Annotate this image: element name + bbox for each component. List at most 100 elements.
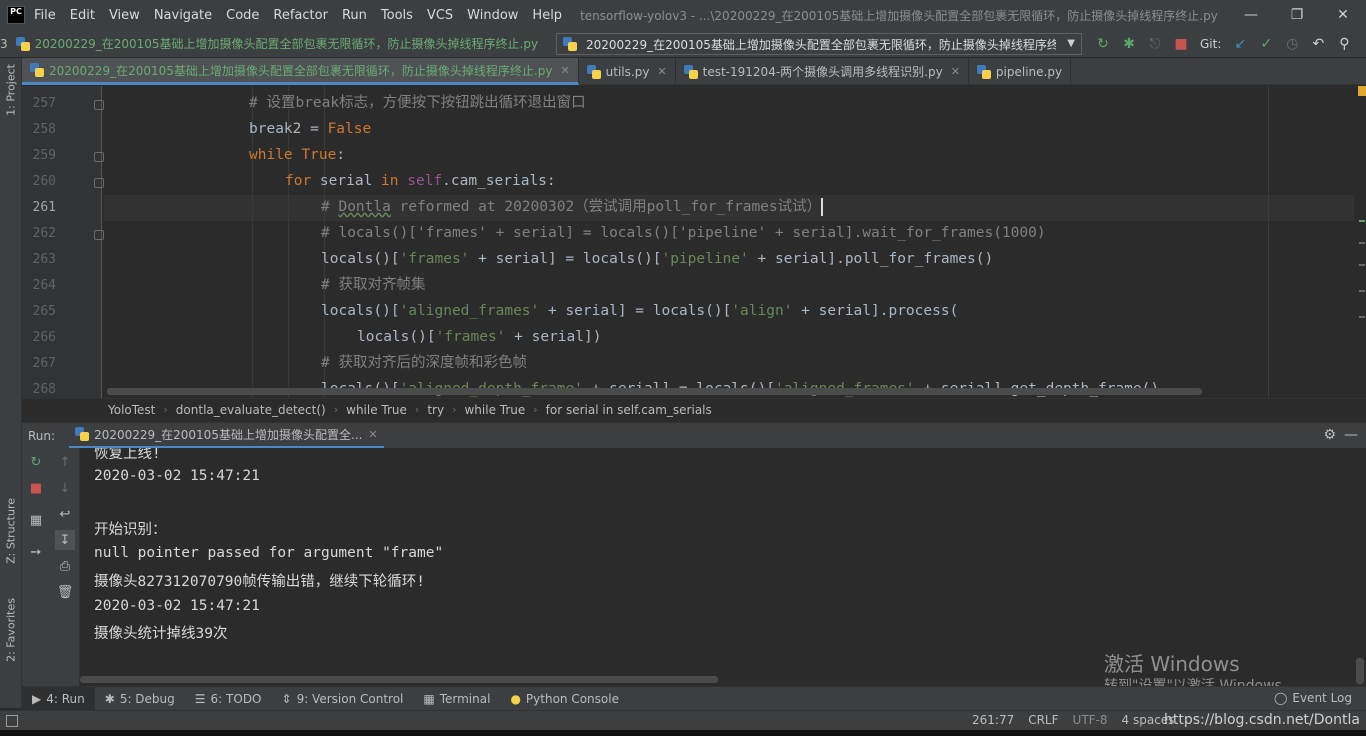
stop-icon[interactable]: ■ <box>1168 30 1194 58</box>
up-arrow-icon[interactable]: ↑ <box>55 452 75 472</box>
menu-view[interactable]: View <box>109 8 140 23</box>
breadcrumb-item[interactable]: dontla_evaluate_detect() <box>176 403 326 417</box>
history-icon[interactable]: ◷ <box>1279 30 1305 58</box>
trash-icon[interactable]: 🗑 <box>55 582 75 602</box>
run-configuration-select[interactable]: 20200229_在200105基础上增加摄像头配置全部包裹无限循环，防止摄像头… <box>556 33 1082 55</box>
breadcrumb-item[interactable]: try <box>427 403 444 417</box>
scroll-to-end-icon[interactable]: ↧ <box>55 530 75 550</box>
console-line: 2020-03-02 15:47:21 <box>94 598 260 614</box>
search-icon[interactable]: ⚲ <box>1331 30 1357 58</box>
code-token: locals()[ <box>357 329 436 345</box>
breadcrumb-item[interactable]: while True <box>464 403 525 417</box>
tab-pipeline[interactable]: pipeline.py <box>969 58 1072 85</box>
breadcrumb-item[interactable]: for serial in self.cam_serials <box>546 403 712 417</box>
self-token: self <box>407 173 443 189</box>
tab-utils[interactable]: utils.py ✕ <box>579 58 676 85</box>
nav-file-crumb[interactable]: 20200229_在200105基础上增加摄像头配置全部包裹无限循环，防止摄像头… <box>15 35 538 52</box>
menu-vcs[interactable]: VCS <box>427 8 453 23</box>
python-console-tool-label: Python Console <box>525 691 619 706</box>
event-log-button[interactable]: ◯ Event Log <box>1274 691 1352 705</box>
soft-wrap-icon[interactable]: ↩ <box>55 504 75 524</box>
version-control-tool-button[interactable]: ⇕ 9: Version Control <box>272 687 414 711</box>
rerun-icon[interactable]: ↻ <box>1090 30 1116 58</box>
keyword: for <box>285 173 320 189</box>
rerun-icon[interactable]: ↻ <box>26 452 46 472</box>
commit-icon[interactable]: ✓ <box>1253 30 1279 58</box>
project-crumb[interactable]: 3 <box>0 37 8 51</box>
minimize-icon[interactable]: — <box>1228 0 1274 30</box>
close-icon[interactable]: ✕ <box>657 65 666 78</box>
menu-run[interactable]: Run <box>342 8 367 23</box>
todo-tool-button[interactable]: ☰ 6: TODO <box>185 687 272 711</box>
breadcrumb-separator: › <box>163 403 168 416</box>
code-token: serial <box>319 173 382 189</box>
keyword: while <box>249 147 302 163</box>
rollback-icon[interactable]: ↶ <box>1305 30 1331 58</box>
stop-icon[interactable]: ■ <box>26 478 46 498</box>
code-editor[interactable]: 257 258 259 260 261 262 263 264 265 266 … <box>22 86 1366 398</box>
menu-refactor[interactable]: Refactor <box>273 8 328 23</box>
hide-panel-icon[interactable]: — <box>1344 427 1358 443</box>
coverage-icon[interactable]: ⎋ <box>1142 30 1168 58</box>
run-tab[interactable]: 20200229_在200105基础上增加摄像头配置全... ✕ <box>69 423 384 449</box>
close-icon[interactable]: ✕ <box>560 64 569 77</box>
console-vertical-scrollbar[interactable] <box>1356 658 1364 684</box>
code-area[interactable]: # 设置break标志，方便按下按钮跳出循环退出窗口 break2 = Fals… <box>104 86 1354 398</box>
tab-main-file[interactable]: 20200229_在200105基础上增加摄像头配置全部包裹无限循环，防止摄像头… <box>22 58 579 85</box>
console-line: null pointer passed for argument "frame" <box>94 545 444 561</box>
run-config-label: 20200229_在200105基础上增加摄像头配置全部包裹无限循环，防止摄像头… <box>586 37 1056 52</box>
console-line: 2020-03-02 15:47:21 <box>94 468 260 484</box>
python-file-icon <box>683 64 698 79</box>
line-number: 260 <box>32 174 56 189</box>
error-stripe[interactable] <box>1358 86 1366 398</box>
activation-watermark-title: 激活 Windows <box>1104 652 1240 676</box>
close-icon[interactable]: ✕ <box>368 428 377 441</box>
favorites-tool-tab[interactable]: 2: Favorites <box>2 598 20 662</box>
pin-icon[interactable]: ➙ <box>26 542 46 562</box>
fold-marker-icon[interactable] <box>94 230 104 240</box>
string-token: 'aligned_frames' <box>399 303 540 319</box>
debug-icon[interactable]: ✱ <box>1116 30 1142 58</box>
print-icon[interactable]: ⎙ <box>55 556 75 576</box>
python-console-tool-button[interactable]: ● Python Console <box>500 687 629 711</box>
debug-tool-button[interactable]: ✱ 5: Debug <box>95 687 185 711</box>
menu-navigate[interactable]: Navigate <box>154 8 212 23</box>
file-encoding[interactable]: UTF-8 <box>1073 713 1108 727</box>
breadcrumb-item[interactable]: YoloTest <box>108 403 155 417</box>
gear-icon[interactable]: ⚙ <box>1323 427 1336 443</box>
editor-gutter[interactable]: 257 258 259 260 261 262 263 264 265 266 … <box>22 86 104 398</box>
menu-code[interactable]: Code <box>226 8 259 23</box>
line-number: 267 <box>32 356 56 371</box>
line-number: 257 <box>32 96 56 111</box>
fold-marker-icon[interactable] <box>94 152 104 162</box>
menu-file[interactable]: File <box>34 8 56 23</box>
structure-tool-tab[interactable]: Z: Structure <box>2 498 20 564</box>
update-project-icon[interactable]: ↙ <box>1227 30 1253 58</box>
todo-tool-label: 6: TODO <box>210 691 262 706</box>
close-icon[interactable]: ✕ <box>1320 0 1366 30</box>
code-line-261: # Dontla reformed at 20200302（尝试调用poll_f… <box>321 194 824 220</box>
menu-window[interactable]: Window <box>467 8 518 23</box>
caret-position[interactable]: 261:77 <box>972 713 1014 727</box>
editor-horizontal-scrollbar[interactable] <box>107 388 1202 395</box>
run-tool-button[interactable]: ▶ 4: Run <box>22 686 95 711</box>
menu-bar: PC File Edit View Navigate Code Refactor… <box>0 0 1366 30</box>
code-line-264: # 获取对齐帧集 <box>321 272 425 298</box>
menu-help[interactable]: Help <box>532 8 562 23</box>
down-arrow-icon[interactable]: ↓ <box>55 478 75 498</box>
fold-marker-icon[interactable] <box>94 100 104 110</box>
terminal-tool-button[interactable]: ▦ Terminal <box>413 687 500 711</box>
breadcrumb-item[interactable]: while True <box>346 403 407 417</box>
close-icon[interactable]: ✕ <box>951 65 960 78</box>
restore-icon[interactable]: ❐ <box>1274 0 1320 30</box>
fold-marker-icon[interactable] <box>94 178 104 188</box>
layout-icon[interactable]: ▦ <box>26 510 46 530</box>
menu-edit[interactable]: Edit <box>70 8 95 23</box>
menu-tools[interactable]: Tools <box>381 8 413 23</box>
tool-windows-icon[interactable] <box>6 714 18 727</box>
project-tool-tab[interactable]: 1: Project <box>2 64 20 116</box>
console-horizontal-scrollbar[interactable] <box>80 676 718 683</box>
right-margin-guide <box>1268 86 1269 398</box>
tab-test[interactable]: test-191204-两个摄像头调用多线程识别.py ✕ <box>676 58 969 85</box>
line-separator[interactable]: CRLF <box>1028 713 1058 727</box>
